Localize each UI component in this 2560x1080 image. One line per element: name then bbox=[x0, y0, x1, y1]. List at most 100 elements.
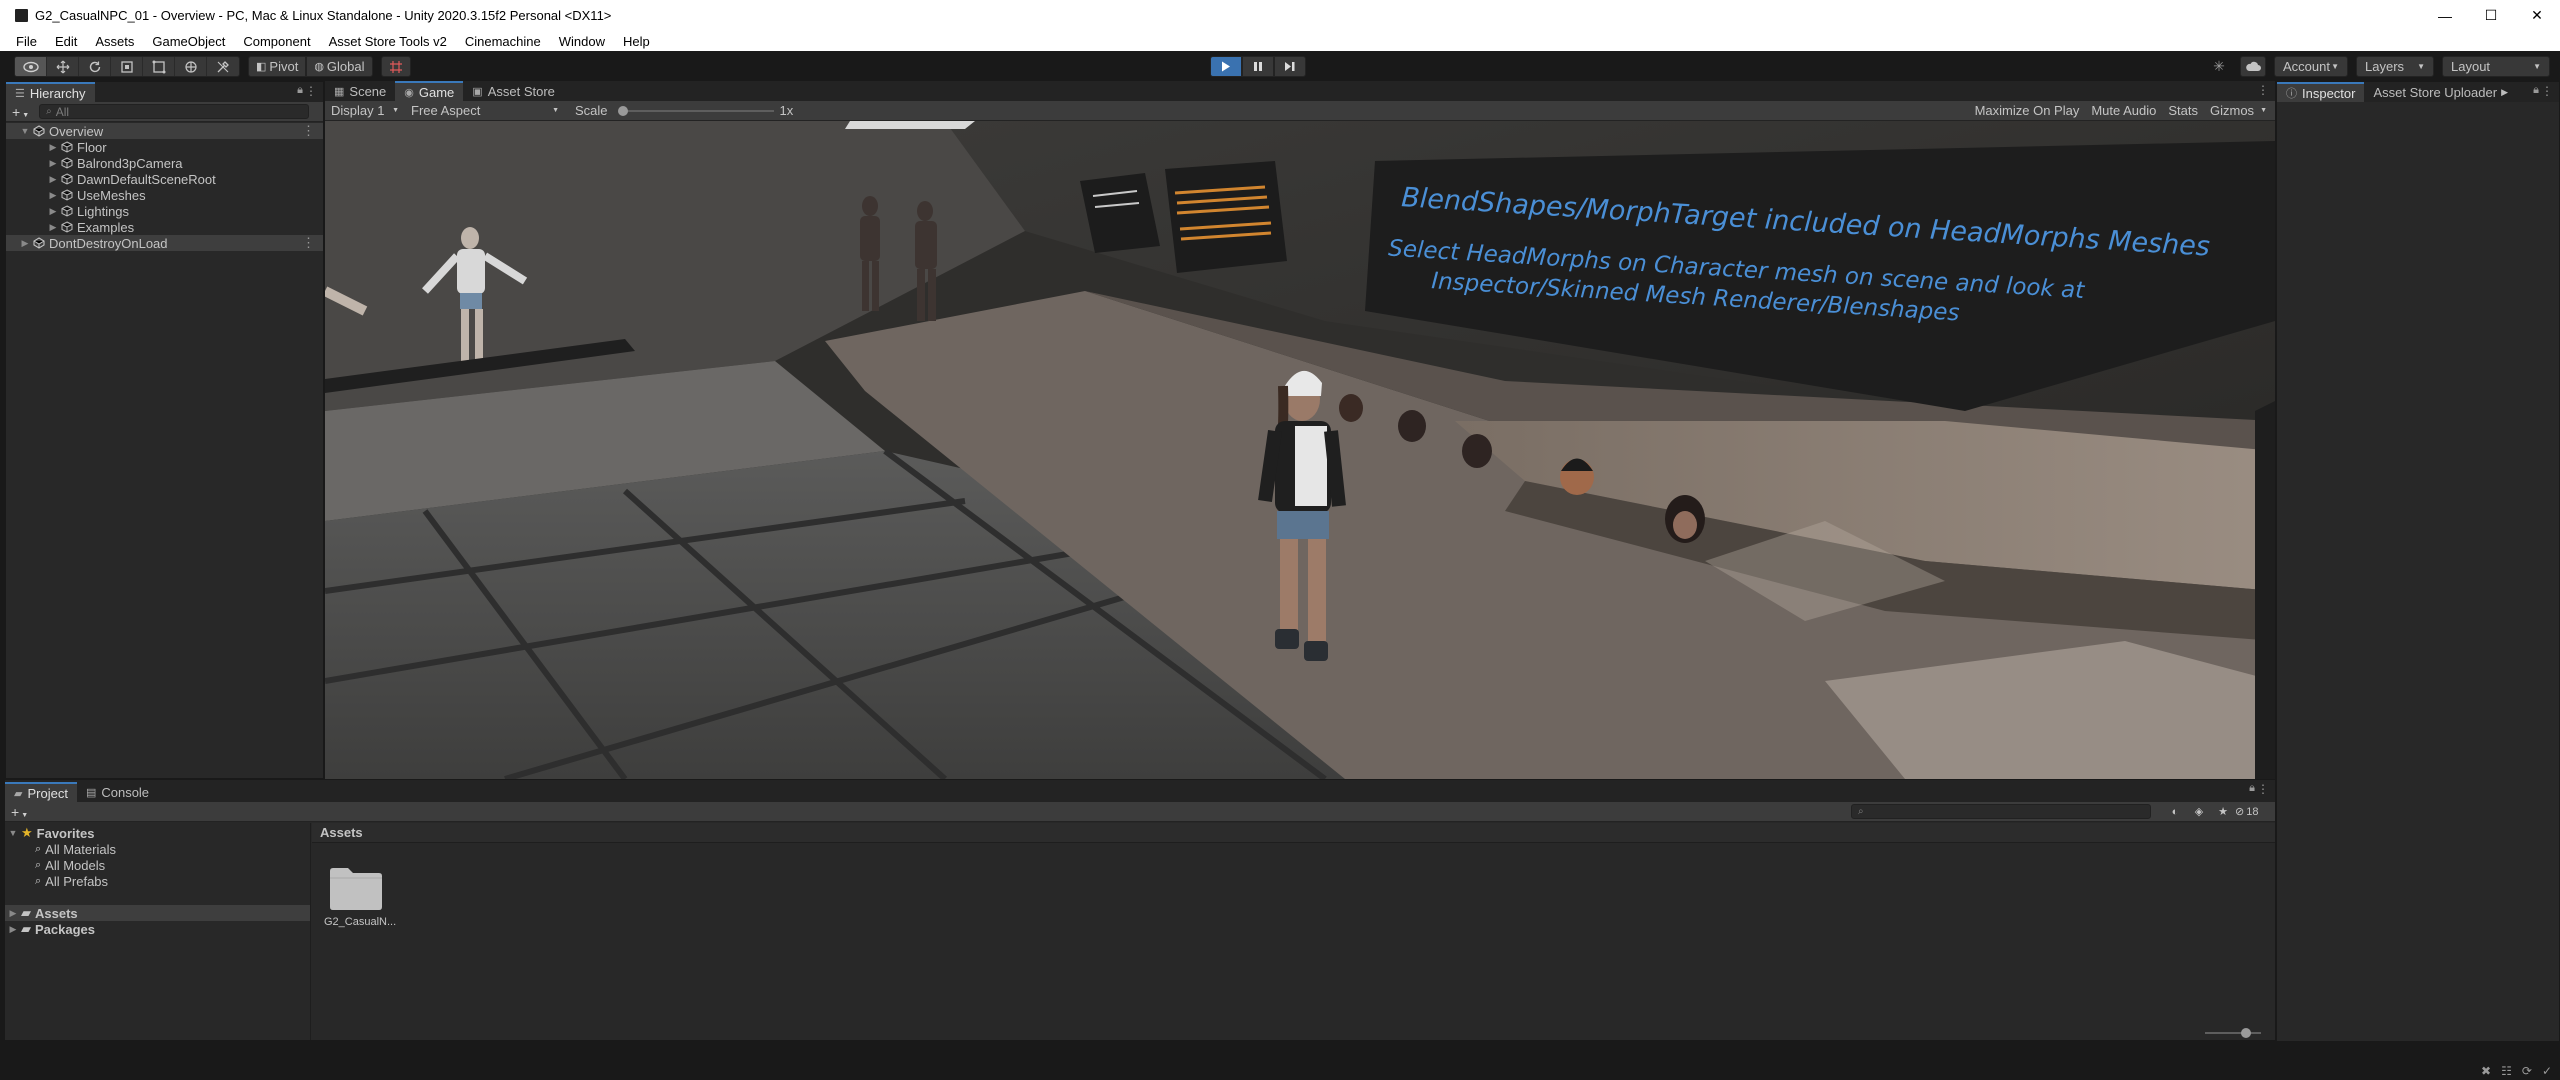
aspect-dropdown[interactable]: Free Aspect ▼ bbox=[405, 103, 565, 118]
menu-file[interactable]: File bbox=[0, 34, 46, 49]
tab-console[interactable]: ▤ Console bbox=[77, 782, 158, 802]
create-button[interactable]: + ▼ bbox=[6, 104, 35, 120]
scale-slider[interactable] bbox=[617, 105, 774, 116]
layers-stack-icon[interactable]: ☷ bbox=[2501, 1064, 2512, 1078]
search-by-type-icon[interactable]: ◐ bbox=[2163, 806, 2187, 818]
lock-icon[interactable]: 🔒︎ bbox=[2533, 84, 2539, 97]
window-title: G2_CasualNPC_01 - Overview - PC, Mac & L… bbox=[35, 8, 612, 23]
create-button[interactable]: + ▼ bbox=[5, 804, 34, 820]
tab-game[interactable]: ◉ Game bbox=[395, 81, 464, 101]
hierarchy-search-input[interactable]: ⌕ All bbox=[39, 104, 310, 119]
maximize-on-play-toggle[interactable]: Maximize On Play bbox=[1969, 103, 2086, 118]
favorites-header[interactable]: ▼ ★ Favorites bbox=[5, 825, 310, 841]
gizmos-dropdown[interactable]: Gizmos ▼ bbox=[2204, 103, 2275, 118]
expand-arrow-icon[interactable]: ▶ bbox=[5, 908, 21, 919]
favorite-all-models[interactable]: ⌕ All Models bbox=[35, 857, 105, 873]
hierarchy-item-floor[interactable]: ▶ Floor bbox=[6, 139, 323, 155]
expand-arrow-icon[interactable]: ▶ bbox=[20, 238, 30, 249]
expand-arrow-icon[interactable]: ▶ bbox=[48, 222, 58, 233]
kebab-menu-icon[interactable]: ⋮ bbox=[2541, 84, 2553, 98]
tab-asset-store[interactable]: ▣ Asset Store bbox=[463, 81, 564, 101]
minimize-button[interactable]: — bbox=[2422, 0, 2468, 31]
folder-assets[interactable]: ▶ ▰ Assets bbox=[5, 905, 310, 921]
kebab-menu-icon[interactable]: ⋮ bbox=[302, 235, 315, 251]
menu-edit[interactable]: Edit bbox=[46, 34, 86, 49]
hierarchy-item-dawn-root[interactable]: ▶ DawnDefaultSceneRoot bbox=[6, 171, 323, 187]
search-icon: ⌕ bbox=[35, 874, 42, 887]
transform-tool-icon[interactable] bbox=[175, 57, 207, 76]
tab-project[interactable]: ▰ Project bbox=[5, 782, 77, 802]
kebab-menu-icon[interactable]: ⋮ bbox=[302, 123, 315, 139]
lock-icon[interactable]: 🔒︎ bbox=[2249, 782, 2255, 795]
layout-dropdown[interactable]: Layout ▼ bbox=[2442, 56, 2550, 77]
menu-cinemachine[interactable]: Cinemachine bbox=[456, 34, 550, 49]
custom-tool-icon[interactable] bbox=[207, 57, 239, 76]
hierarchy-scene-overview[interactable]: ▼ Overview ⋮ bbox=[6, 123, 323, 139]
menu-component[interactable]: Component bbox=[234, 34, 319, 49]
view-tool-icon[interactable] bbox=[15, 57, 47, 76]
hierarchy-item-examples[interactable]: ▶ Examples bbox=[6, 219, 323, 235]
rect-tool-icon[interactable] bbox=[143, 57, 175, 76]
tab-scene[interactable]: ▦ Scene bbox=[325, 81, 395, 101]
lock-icon[interactable]: 🔒︎ bbox=[297, 84, 303, 97]
move-tool-icon[interactable] bbox=[47, 57, 79, 76]
menu-help[interactable]: Help bbox=[614, 34, 659, 49]
layers-dropdown[interactable]: Layers ▼ bbox=[2356, 56, 2434, 77]
expand-arrow-icon[interactable]: ▶ bbox=[48, 142, 58, 153]
expand-arrow-icon[interactable]: ▶ bbox=[48, 206, 58, 217]
menu-asset-store-tools[interactable]: Asset Store Tools v2 bbox=[320, 34, 456, 49]
expand-arrow-icon[interactable]: ▶ bbox=[5, 924, 21, 935]
close-button[interactable]: ✕ bbox=[2514, 0, 2560, 31]
tab-hierarchy[interactable]: ☰ Hierarchy bbox=[6, 82, 95, 102]
game-viewport[interactable]: BlendShapes/MorphTarget included on Head… bbox=[325, 121, 2275, 779]
menu-assets[interactable]: Assets bbox=[86, 34, 143, 49]
kebab-menu-icon[interactable]: ⋮ bbox=[2257, 782, 2269, 796]
cloud-button[interactable] bbox=[2240, 56, 2266, 77]
pivot-toggle[interactable]: ◧ Pivot bbox=[248, 56, 307, 77]
hierarchy-item-lightings[interactable]: ▶ Lightings bbox=[6, 203, 323, 219]
expand-arrow-icon[interactable]: ▶ bbox=[48, 190, 58, 201]
project-search-input[interactable]: ⌕ bbox=[1851, 804, 2151, 819]
asset-item[interactable]: G2_CasualN... bbox=[324, 865, 396, 928]
scale-tool-icon[interactable] bbox=[111, 57, 143, 76]
hierarchy-item-usemeshes[interactable]: ▶ UseMeshes bbox=[6, 187, 323, 203]
expand-arrow-icon[interactable]: ▶ bbox=[48, 174, 58, 185]
icon-size-slider[interactable] bbox=[2205, 1028, 2261, 1038]
hidden-packages-toggle[interactable]: ⊘ 18 bbox=[2235, 805, 2275, 819]
slider-thumb[interactable] bbox=[2241, 1028, 2251, 1038]
grid-snap-button[interactable] bbox=[380, 56, 411, 77]
step-button[interactable] bbox=[1274, 56, 1306, 77]
hierarchy-item-camera[interactable]: ▶ Balrond3pCamera bbox=[6, 155, 323, 171]
slider-thumb[interactable] bbox=[617, 105, 628, 116]
expand-arrow-icon[interactable]: ▼ bbox=[20, 126, 30, 136]
search-by-label-icon[interactable]: ◈ bbox=[2187, 805, 2211, 818]
display-dropdown[interactable]: Display 1 ▼ bbox=[325, 103, 405, 118]
favorite-all-materials[interactable]: ⌕ All Materials bbox=[35, 841, 116, 857]
menu-gameobject[interactable]: GameObject bbox=[143, 34, 234, 49]
debug-icon[interactable]: ✖ bbox=[2481, 1064, 2491, 1078]
play-button[interactable] bbox=[1210, 56, 1242, 77]
hierarchy-scene-dontdestroy[interactable]: ▶ DontDestroyOnLoad ⋮ bbox=[6, 235, 323, 251]
kebab-menu-icon[interactable]: ⋮ bbox=[305, 84, 317, 98]
stats-toggle[interactable]: Stats bbox=[2162, 103, 2204, 118]
tab-asset-store-uploader[interactable]: Asset Store Uploader ▶ bbox=[2364, 82, 2517, 102]
expand-arrow-icon[interactable]: ▶ bbox=[48, 158, 58, 169]
kebab-menu-icon[interactable]: ⋮ bbox=[2257, 83, 2269, 97]
expand-arrow-icon[interactable]: ▼ bbox=[5, 828, 21, 838]
favorite-star-icon[interactable]: ★ bbox=[2211, 805, 2235, 818]
info-icon: ⓘ bbox=[2286, 88, 2297, 100]
global-toggle[interactable]: ◍ Global bbox=[306, 56, 373, 77]
pause-button[interactable] bbox=[1242, 56, 1274, 77]
rotate-tool-icon[interactable] bbox=[79, 57, 111, 76]
menu-window[interactable]: Window bbox=[550, 34, 614, 49]
check-icon[interactable]: ✓ bbox=[2542, 1064, 2552, 1078]
favorite-all-prefabs[interactable]: ⌕ All Prefabs bbox=[35, 873, 108, 889]
maximize-button[interactable]: ☐ bbox=[2468, 0, 2514, 31]
mute-audio-toggle[interactable]: Mute Audio bbox=[2085, 103, 2162, 118]
account-dropdown[interactable]: Account ▼ bbox=[2274, 56, 2348, 77]
chevron-right-icon[interactable]: ▶ bbox=[2501, 87, 2508, 98]
folder-packages[interactable]: ▶ ▰ Packages bbox=[5, 921, 310, 937]
collab-icon[interactable]: ✳ bbox=[2206, 56, 2232, 77]
tab-inspector[interactable]: ⓘ Inspector bbox=[2277, 82, 2365, 102]
sync-icon[interactable]: ⟳ bbox=[2522, 1064, 2532, 1078]
